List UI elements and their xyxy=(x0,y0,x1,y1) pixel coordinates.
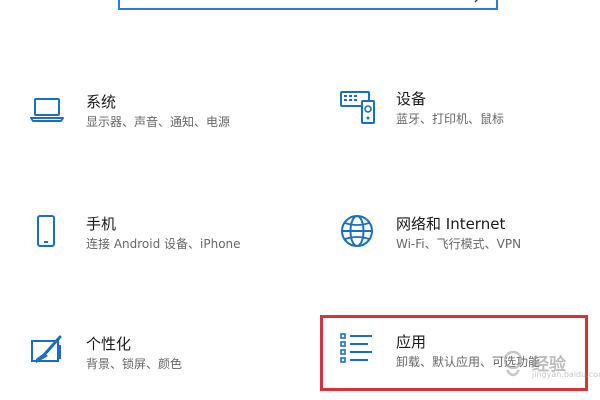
watermark: 经验 jingyan.baidu.com xyxy=(498,346,600,386)
tile-personalization-title: 个性化 xyxy=(86,335,132,353)
tile-system-desc: 显示器、声音、通知、电源 xyxy=(86,115,231,129)
paint-icon xyxy=(31,335,62,363)
tile-system[interactable]: 系统 显示器、声音、通知、电源 xyxy=(30,93,290,153)
tile-devices-title: 设备 xyxy=(396,90,427,108)
globe-icon xyxy=(341,215,373,247)
keyboard-devices-icon xyxy=(340,91,375,124)
tile-phone[interactable]: 手机 连接 Android 设备、iPhone xyxy=(30,215,290,275)
tile-devices-desc: 蓝牙、打印机、鼠标 xyxy=(396,112,505,126)
settings-home: 系统 显示器、声音、通知、电源 设备 蓝牙、打印机、鼠标 手机 连接 Andro… xyxy=(0,0,600,400)
phone-icon xyxy=(37,215,55,247)
tile-network-desc: Wi-Fi、飞行模式、VPN xyxy=(396,237,522,251)
tile-network[interactable]: 网络和 Internet Wi-Fi、飞行模式、VPN xyxy=(340,215,600,275)
tile-system-title: 系统 xyxy=(86,93,117,111)
search-icon xyxy=(474,0,478,3)
tile-phone-desc: 连接 Android 设备、iPhone xyxy=(86,237,241,251)
watermark-logo-icon xyxy=(503,350,523,377)
tile-network-title: 网络和 Internet xyxy=(396,215,506,233)
watermark-sub: jingyan.baidu.com xyxy=(532,370,600,379)
tile-personalization-desc: 背景、锁屏、颜色 xyxy=(86,357,183,371)
settings-search-box[interactable] xyxy=(118,0,498,10)
laptop-icon xyxy=(30,98,64,122)
tile-phone-title: 手机 xyxy=(86,215,117,233)
tile-devices[interactable]: 设备 蓝牙、打印机、鼠标 xyxy=(340,90,600,150)
tile-personalization[interactable]: 个性化 背景、锁屏、颜色 xyxy=(30,335,290,395)
search-input[interactable] xyxy=(120,0,496,9)
